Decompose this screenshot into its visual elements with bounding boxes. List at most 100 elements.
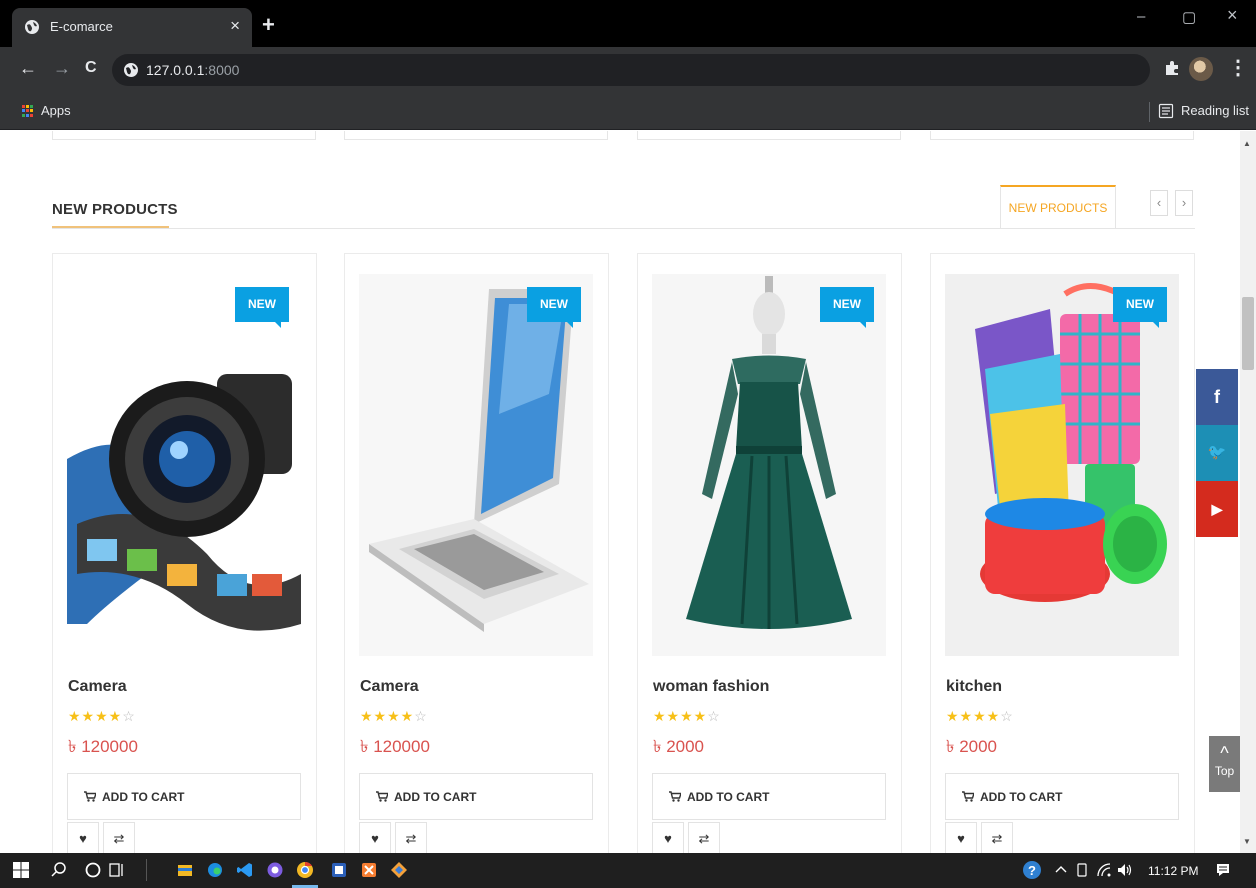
file-explorer-icon[interactable] [176, 861, 194, 879]
back-to-top-button[interactable]: ^ Top [1209, 736, 1240, 792]
previous-row-card [52, 131, 316, 140]
section-title: NEW PRODUCTS [52, 201, 178, 218]
product-card[interactable]: NEW kitchen ★★★★☆ ৳ 2000 ADD TO CART ♥ ⇄ [930, 253, 1195, 853]
search-icon[interactable] [50, 861, 68, 879]
new-badge: NEW [1113, 287, 1167, 328]
previous-row-card [637, 131, 901, 140]
wifi-icon[interactable] [1095, 861, 1113, 879]
heart-icon[interactable]: ♥ [945, 822, 977, 853]
back-to-top-label: Top [1214, 764, 1235, 778]
product-price: ৳ 120000 [360, 737, 430, 756]
product-name[interactable]: kitchen [946, 678, 1002, 696]
browser-menu-button[interactable]: ⋮ [1228, 55, 1248, 80]
chrome-icon[interactable] [296, 861, 314, 879]
twitter-share-button[interactable]: 🐦 [1196, 425, 1238, 481]
product-name[interactable]: Camera [360, 678, 419, 696]
scroll-up-arrow-icon[interactable]: ▲ [1243, 139, 1251, 148]
cart-icon [669, 791, 681, 802]
heart-icon[interactable]: ♥ [359, 822, 391, 853]
page-scrollbar[interactable] [1240, 131, 1256, 853]
product-name[interactable]: woman fashion [653, 678, 769, 696]
tab-close-button[interactable]: × [230, 16, 240, 36]
windows-taskbar: ? 11:12 PM [0, 853, 1256, 888]
compare-icon[interactable]: ⇄ [395, 822, 427, 853]
device-icon[interactable] [1073, 861, 1091, 879]
product-card[interactable]: NEW woman fashion ★★★★☆ ৳ 2000 ADD TO CA… [637, 253, 902, 853]
reading-list-button[interactable]: Reading list [1181, 103, 1249, 118]
profile-avatar[interactable] [1189, 57, 1213, 81]
word-icon[interactable] [330, 861, 348, 879]
youtube-share-button[interactable]: ▶ [1196, 481, 1238, 537]
scrollbar-thumb[interactable] [1242, 297, 1254, 370]
show-hidden-icons-chevron[interactable] [1052, 861, 1070, 879]
url-text: 127.0.0.1:8000 [146, 62, 239, 78]
help-icon[interactable]: ? [1022, 860, 1042, 880]
add-to-cart-button[interactable]: ADD TO CART [652, 773, 886, 820]
compare-icon[interactable]: ⇄ [981, 822, 1013, 853]
page-viewport: NEW PRODUCTS NEW PRODUCTS ‹ › NEW Camera… [0, 131, 1256, 853]
back-button[interactable]: ← [19, 58, 37, 78]
vscode-icon[interactable] [236, 861, 254, 879]
cart-icon [962, 791, 974, 802]
svg-text:?: ? [1028, 863, 1036, 878]
restore-button[interactable]: ▢ [1182, 8, 1196, 26]
product-rating: ★★★★☆ [360, 708, 428, 725]
product-rating: ★★★★☆ [653, 708, 721, 725]
carousel-prev-button[interactable]: ‹ [1150, 190, 1168, 216]
product-card[interactable]: NEW Camera ★★★★☆ ৳ 120000 ADD TO CART ♥ … [52, 253, 317, 853]
obs-icon[interactable] [266, 861, 284, 879]
add-to-cart-button[interactable]: ADD TO CART [359, 773, 593, 820]
url-port: :8000 [204, 62, 240, 78]
new-tab-button[interactable]: + [262, 12, 275, 38]
product-card[interactable]: NEW Camera ★★★★☆ ৳ 120000 ADD TO CART ♥ … [344, 253, 609, 853]
product-price: ৳ 2000 [946, 737, 998, 756]
camera-illustration [67, 274, 301, 656]
reading-list-icon[interactable] [1158, 103, 1174, 119]
product-price: ৳ 120000 [68, 737, 138, 756]
xampp-icon[interactable] [360, 861, 378, 879]
add-to-cart-label: ADD TO CART [394, 790, 477, 804]
browser-tab[interactable]: E-comarce × [12, 8, 252, 47]
add-to-cart-button[interactable]: ADD TO CART [945, 773, 1179, 820]
address-bar[interactable]: 127.0.0.1:8000 [112, 54, 1150, 86]
minimize-button[interactable]: – [1137, 8, 1145, 25]
scroll-down-arrow-icon[interactable]: ▼ [1243, 837, 1251, 846]
facebook-share-button[interactable]: f [1196, 369, 1238, 425]
new-badge: NEW [820, 287, 874, 328]
apps-grid-icon[interactable] [22, 105, 34, 117]
edge-browser-icon[interactable] [206, 861, 224, 879]
product-image-laptop[interactable]: NEW [359, 274, 593, 656]
forward-button[interactable]: → [53, 58, 71, 78]
product-image-camera[interactable]: NEW [67, 274, 301, 656]
dress-illustration [652, 274, 886, 656]
product-image-kitchen[interactable]: NEW [945, 274, 1179, 656]
compare-icon[interactable]: ⇄ [688, 822, 720, 853]
rating-stars-full: ★★★★ [68, 708, 123, 724]
extensions-puzzle-icon[interactable] [1164, 60, 1180, 76]
rating-star-empty: ☆ [122, 708, 136, 724]
volume-icon[interactable] [1116, 861, 1134, 879]
system-clock[interactable]: 11:12 PM [1148, 864, 1198, 878]
apps-bookmark[interactable]: Apps [41, 103, 71, 118]
compare-icon[interactable]: ⇄ [103, 822, 135, 853]
notifications-icon[interactable] [1214, 861, 1232, 879]
heart-icon[interactable]: ♥ [652, 822, 684, 853]
cart-icon [84, 791, 96, 802]
git-icon[interactable] [390, 861, 408, 879]
carousel-next-button[interactable]: › [1175, 190, 1193, 216]
tab-new-products[interactable]: NEW PRODUCTS [1000, 185, 1116, 228]
add-to-cart-button[interactable]: ADD TO CART [67, 773, 301, 820]
reload-button[interactable]: C [85, 58, 97, 78]
close-window-button[interactable]: × [1227, 5, 1238, 26]
cortana-icon[interactable] [84, 861, 102, 879]
site-info-icon[interactable] [123, 62, 139, 78]
rating-star-empty: ☆ [414, 708, 428, 724]
heart-icon[interactable]: ♥ [67, 822, 99, 853]
product-name[interactable]: Camera [68, 678, 127, 696]
product-image-dress[interactable]: NEW [652, 274, 886, 656]
product-rating: ★★★★☆ [68, 708, 136, 725]
kitchenware-illustration [945, 274, 1179, 656]
windows-start-icon[interactable] [12, 861, 30, 879]
taskbar-divider [146, 859, 147, 881]
task-view-icon[interactable] [108, 861, 126, 879]
